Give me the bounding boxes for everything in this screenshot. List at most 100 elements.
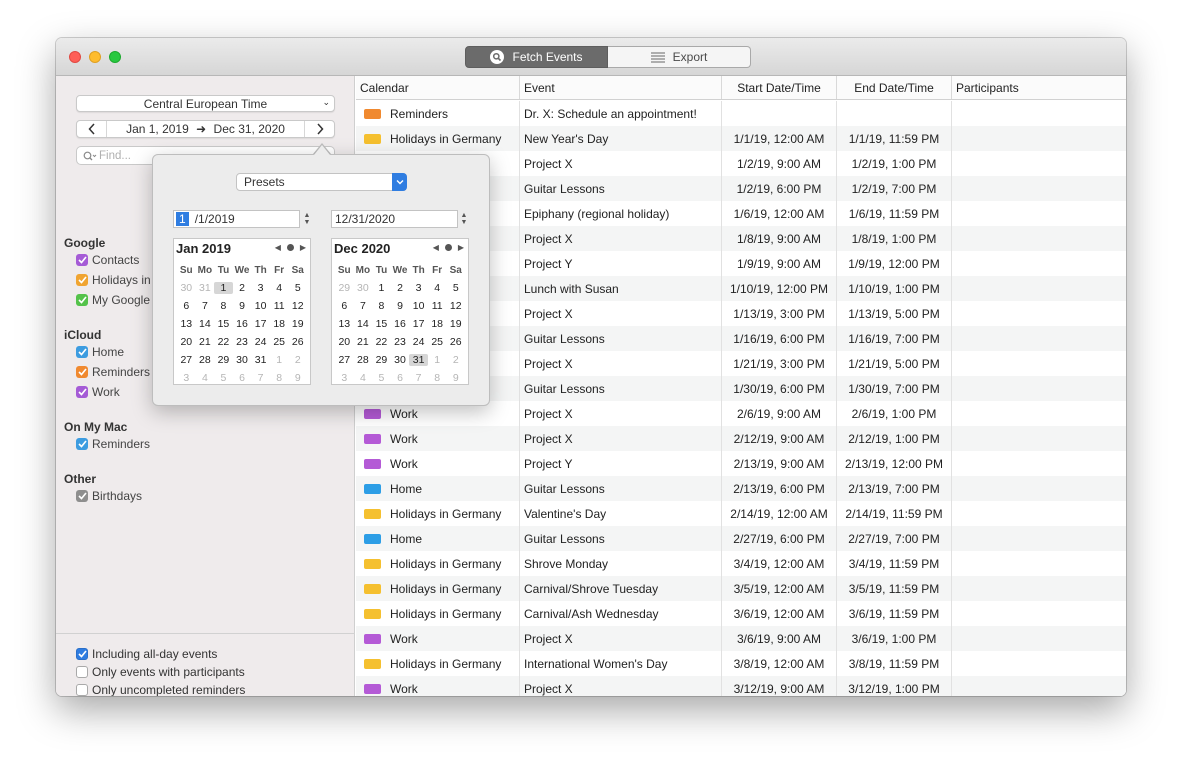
table-row[interactable]: Work Project X 3/6/19, 9:00 AM 3/6/19, 1:00… [356,626,1126,651]
calendar-day[interactable]: 26 [446,336,465,348]
calendar-day[interactable]: 6 [233,372,252,384]
column-header-start[interactable]: Start Date/Time [722,76,837,99]
source-checkbox[interactable] [76,366,88,378]
calendar-day[interactable]: 7 [251,372,270,384]
calendar-day[interactable]: 3 [335,372,354,384]
prev-month-icon[interactable]: ◀ [433,243,439,252]
calendar-day[interactable]: 8 [214,300,233,312]
timezone-popup[interactable]: Central European Time ⌄ [76,95,335,112]
column-header-participants[interactable]: Participants [952,76,1126,99]
calendar-day[interactable]: 16 [233,318,252,330]
close-window-button[interactable] [69,51,81,63]
calendar-day[interactable]: 23 [233,336,252,348]
calendar-day[interactable]: 14 [196,318,215,330]
calendar-day[interactable]: 30 [177,282,196,294]
calendar-day[interactable]: 28 [196,354,215,366]
calendar-day[interactable]: 8 [372,300,391,312]
calendar-day[interactable]: 31 [196,282,215,294]
calendar-day[interactable]: 2 [446,354,465,366]
table-row[interactable]: Holidays in Germany Valentine's Day 2/14/1… [356,501,1126,526]
table-row[interactable]: Holidays in Germany International Women's… [356,651,1126,676]
option-checkbox-row[interactable]: Including all-day events [76,646,217,662]
minimize-window-button[interactable] [89,51,101,63]
calendar-day[interactable]: 6 [177,300,196,312]
calendar-day[interactable]: 10 [409,300,428,312]
source-checkbox[interactable] [76,274,88,286]
table-row[interactable]: Work Project Y 2/13/19, 9:00 AM 2/13/19, 12… [356,451,1126,476]
source-checkbox[interactable] [76,490,88,502]
calendar-day[interactable]: 8 [270,372,289,384]
source-item[interactable]: Work [76,384,120,400]
option-checkbox[interactable] [76,648,88,660]
calendar-day[interactable]: 2 [233,282,252,294]
calendar-day[interactable]: 20 [335,336,354,348]
calendar-day[interactable]: 18 [428,318,447,330]
source-item[interactable]: Holidays in [76,272,151,288]
calendar-day[interactable]: 28 [354,354,373,366]
column-header-calendar[interactable]: Calendar [356,76,520,99]
calendar-day[interactable]: 9 [288,372,307,384]
end-date-stepper[interactable]: ▲ ▼ [459,210,469,228]
calendar-day[interactable]: 30 [354,282,373,294]
calendar-day[interactable]: 3 [177,372,196,384]
calendar-day[interactable]: 21 [354,336,373,348]
table-row[interactable]: Work Project X 3/12/19, 9:00 AM 3/12/19, 1:… [356,676,1126,696]
calendar-day[interactable]: 1 [214,282,233,294]
calendar-day[interactable]: 1 [428,354,447,366]
column-header-event[interactable]: Event [520,76,722,99]
calendar-day[interactable]: 24 [251,336,270,348]
calendar-day[interactable]: 22 [372,336,391,348]
calendar-day[interactable]: 18 [270,318,289,330]
date-range-display[interactable]: Jan 1, 2019 ➜ Dec 31, 2020 [107,122,304,136]
calendar-day[interactable]: 29 [372,354,391,366]
table-row[interactable]: Holidays in Germany Carnival/Ash Wednesda… [356,601,1126,626]
next-range-button[interactable] [304,121,334,137]
calendar-day[interactable]: 22 [214,336,233,348]
calendar-day[interactable]: 5 [372,372,391,384]
option-checkbox[interactable] [76,684,88,696]
option-checkbox-row[interactable]: Only events with participants [76,664,245,680]
calendar-day[interactable]: 4 [270,282,289,294]
source-checkbox[interactable] [76,254,88,266]
source-checkbox[interactable] [76,346,88,358]
calendar-day[interactable]: 31 [409,354,428,366]
calendar-day[interactable]: 5 [446,282,465,294]
zoom-window-button[interactable] [109,51,121,63]
export-tab[interactable]: Export [608,46,751,68]
calendar-day[interactable]: 4 [428,282,447,294]
prev-month-icon[interactable]: ◀ [275,243,281,252]
calendar-day[interactable]: 7 [196,300,215,312]
option-checkbox-row[interactable]: Only uncompleted reminders [76,682,245,696]
calendar-day[interactable]: 11 [428,300,447,312]
today-icon[interactable] [286,244,294,251]
calendar-day[interactable]: 24 [409,336,428,348]
calendar-day[interactable]: 16 [391,318,410,330]
calendar-day[interactable]: 6 [391,372,410,384]
fetch-events-tab[interactable]: Fetch Events [465,46,608,68]
next-month-icon[interactable]: ▶ [300,243,306,252]
calendar-day[interactable]: 4 [196,372,215,384]
calendar-day[interactable]: 3 [409,282,428,294]
calendar-day[interactable]: 19 [288,318,307,330]
calendar-day[interactable]: 13 [177,318,196,330]
calendar-day[interactable]: 25 [428,336,447,348]
calendar-day[interactable]: 31 [251,354,270,366]
calendar-day[interactable]: 27 [177,354,196,366]
calendar-day[interactable]: 15 [214,318,233,330]
calendar-day[interactable]: 5 [214,372,233,384]
source-item[interactable]: Home [76,344,124,360]
end-date-field[interactable]: 12/31/2020 [331,210,458,228]
source-item[interactable]: Reminders [76,436,150,452]
table-row[interactable]: Holidays in Germany New Year's Day 1/1/19,… [356,126,1126,151]
today-icon[interactable] [444,244,452,251]
calendar-day[interactable]: 7 [409,372,428,384]
source-checkbox[interactable] [76,438,88,450]
calendar-day[interactable]: 9 [391,300,410,312]
calendar-day[interactable]: 13 [335,318,354,330]
calendar-day[interactable]: 7 [354,300,373,312]
table-row[interactable]: Home Guitar Lessons 2/13/19, 6:00 PM 2/13/1… [356,476,1126,501]
calendar-day[interactable]: 20 [177,336,196,348]
source-item[interactable]: My Google [76,292,150,308]
calendar-day[interactable]: 5 [288,282,307,294]
table-row[interactable]: Holidays in Germany Shrove Monday 3/4/19, … [356,551,1126,576]
